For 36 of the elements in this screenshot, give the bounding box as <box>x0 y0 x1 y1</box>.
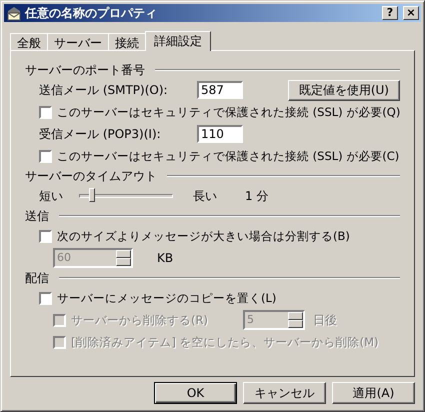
window-title: 任意の名称のプロパティ <box>25 4 158 22</box>
tab[interactable]: 全般 <box>10 33 48 50</box>
field-label: 受信メール (POP3)(I): <box>39 126 162 142</box>
default-button[interactable]: 既定値を使用(U) <box>288 80 400 100</box>
checkbox-label: このサーバーはセキュリティで保護された接続 (SSL) が必要(C) <box>57 148 400 164</box>
section-heading: サーバーのポート番号 <box>25 62 145 78</box>
tab[interactable]: サーバー <box>47 33 109 50</box>
section-heading: 配信 <box>25 270 49 286</box>
dialog-button[interactable]: 適用(A) <box>332 382 415 404</box>
tab[interactable]: 詳細設定 <box>145 31 211 51</box>
input-field[interactable]: 587 <box>197 81 243 99</box>
field-label: 送信メール (SMTP)(O): <box>39 82 169 98</box>
checkbox-label: このサーバーはセキュリティで保護された接続 (SSL) が必要(Q) <box>57 104 400 120</box>
slider-label: 長い <box>193 188 218 204</box>
checkbox-label: サーバーにメッセージのコピーを置く(L) <box>57 290 276 306</box>
timeout-value: 1 分 <box>245 188 268 204</box>
slider-thumb[interactable] <box>89 188 96 202</box>
checkbox-label: サーバーから削除する(R) <box>71 312 208 328</box>
mail-server-icon <box>6 5 22 21</box>
checkbox-label: 次のサイズよりメッセージが大きい場合は分割する(B) <box>57 228 350 244</box>
checkbox[interactable] <box>39 292 52 304</box>
section-heading: 送信 <box>25 208 49 224</box>
checkbox[interactable] <box>39 150 52 162</box>
checkbox-label: [削除済みアイテム] を空にしたら、サーバーから削除(M) <box>71 334 379 350</box>
checkbox[interactable] <box>39 230 52 242</box>
close-button[interactable]: × <box>403 6 419 20</box>
unit-label: KB <box>157 251 174 265</box>
section-heading: サーバーのタイムアウト <box>25 168 157 184</box>
help-button[interactable]: ? <box>382 6 398 20</box>
input-field[interactable]: 110 <box>197 125 243 143</box>
dialog-button[interactable]: OK <box>154 382 237 404</box>
unit-label: 日後 <box>313 312 337 328</box>
tab[interactable]: 接続 <box>108 33 146 50</box>
slider-label: 短い <box>39 188 64 204</box>
dialog-button[interactable]: キャンセル <box>243 382 326 404</box>
checkbox[interactable] <box>39 106 52 118</box>
